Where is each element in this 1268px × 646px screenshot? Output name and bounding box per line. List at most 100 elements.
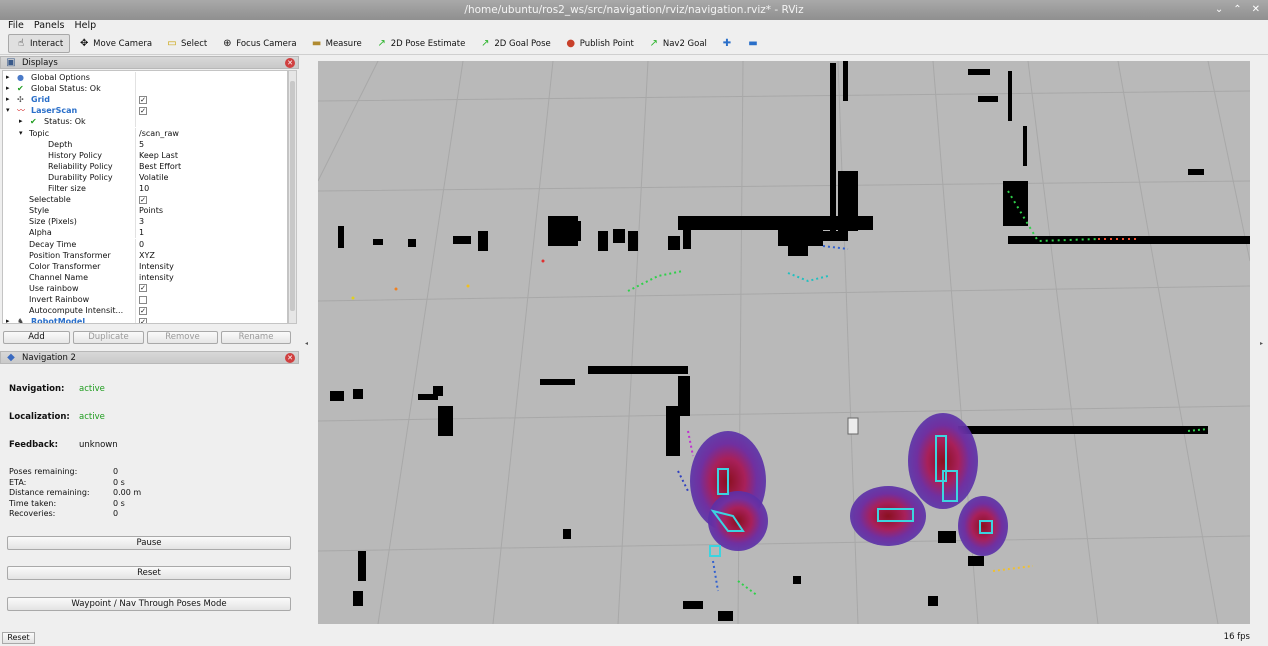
displays-tree-row[interactable]: ▸ ✣ Grid ✓ — [3, 94, 287, 106]
add-tool-button[interactable]: ✚ — [715, 34, 739, 53]
collapse-right-icon[interactable]: ▸ — [1260, 340, 1263, 347]
tree-row-value-cell[interactable]: ✓ — [135, 94, 287, 106]
tree-row-value-cell[interactable]: ✓ — [135, 282, 287, 294]
tree-row-value-cell[interactable]: Points — [135, 205, 287, 217]
add-button[interactable]: Add — [3, 331, 70, 344]
goal-pose-tool-button[interactable]: ↗ 2D Goal Pose — [473, 34, 556, 53]
measure-tool-button[interactable]: ▬ Measure — [305, 34, 368, 53]
visibility-checkbox[interactable]: ✓ — [139, 317, 147, 323]
eta-label: ETA: — [9, 478, 27, 487]
displays-scrollbar[interactable] — [288, 70, 297, 324]
displays-tree-row[interactable]: Durability Policy Volatile — [3, 171, 287, 183]
minimize-icon[interactable]: ⌄ — [1215, 0, 1223, 20]
displays-tree-row[interactable]: Channel Name intensity — [3, 271, 287, 283]
displays-tree-row[interactable]: ▾ Topic/scan_raw — [3, 127, 287, 139]
expand-arrow-icon[interactable]: ▸ — [6, 72, 10, 83]
tree-row-value-cell[interactable] — [135, 83, 287, 95]
reset-button[interactable]: Reset — [7, 566, 291, 580]
collapse-arrow-icon[interactable]: ▾ — [6, 105, 10, 116]
publish-point-tool-button[interactable]: ● Publish Point — [559, 34, 640, 53]
pause-button[interactable]: Pause — [7, 536, 291, 550]
select-tool-button[interactable]: ▭ Select — [160, 34, 213, 53]
displays-tree[interactable]: ▸ ● Global Options ▸ ✔ Global Status: Ok ▸ ✣ Gri… — [2, 70, 288, 324]
displays-tree-row[interactable]: Position Transformer XYZ — [3, 249, 287, 261]
tree-row-label: Color Transformer — [29, 261, 101, 271]
remove-tool-button[interactable]: ▬ — [741, 34, 765, 53]
focus-camera-tool-button[interactable]: ⊕ Focus Camera — [215, 34, 302, 53]
move-camera-tool-button[interactable]: ✥ Move Camera — [72, 34, 158, 53]
tree-row-value-cell[interactable]: ✓ — [135, 305, 287, 317]
duplicate-button[interactable]: Duplicate — [73, 331, 144, 344]
displays-tree-row[interactable]: ▸ ● Global Options — [3, 72, 287, 83]
tree-row-value-cell[interactable]: 0 — [135, 238, 287, 250]
expand-arrow-icon[interactable]: ▸ — [6, 83, 10, 94]
tree-row-value-cell[interactable]: Intensity — [135, 260, 287, 272]
map-view[interactable] — [318, 61, 1250, 624]
displays-tree-row[interactable]: Autocompute Intensit... ✓ — [3, 305, 287, 317]
displays-tree-row[interactable]: Style Points — [3, 205, 287, 217]
expand-arrow-icon[interactable]: ▸ — [6, 316, 10, 323]
tree-row-value-cell[interactable]: Best Effort — [135, 160, 287, 172]
tree-row-value-cell[interactable]: 1 — [135, 227, 287, 239]
displays-tree-row[interactable]: ▸ ♞ RobotModel ✓ — [3, 316, 287, 323]
displays-tree-row[interactable]: ▸ ✔ Status: Ok — [3, 116, 287, 128]
displays-tree-row[interactable]: Color Transformer Intensity — [3, 260, 287, 272]
visibility-checkbox[interactable] — [139, 295, 147, 304]
tree-row-value-cell[interactable]: /scan_raw — [135, 127, 287, 139]
tree-row-value-cell[interactable]: XYZ — [135, 249, 287, 261]
displays-tree-row[interactable]: Filter size 10 — [3, 183, 287, 194]
tree-row-value-cell[interactable]: Keep Last — [135, 149, 287, 161]
tree-row-value-cell[interactable] — [135, 72, 287, 83]
displays-tree-row[interactable]: Invert Rainbow — [3, 294, 287, 305]
collapse-left-icon[interactable]: ◂ — [305, 340, 308, 347]
expand-arrow-icon[interactable]: ▸ — [19, 116, 23, 127]
displays-tree-row[interactable]: Selectable ✓ — [3, 194, 287, 206]
nav2-goal-tool-button[interactable]: ↗ Nav2 Goal — [642, 34, 713, 53]
visibility-checkbox[interactable]: ✓ — [139, 284, 147, 293]
visibility-checkbox[interactable]: ✓ — [139, 106, 147, 115]
tree-row-value-cell[interactable]: 5 — [135, 138, 287, 150]
visibility-checkbox[interactable]: ✓ — [139, 195, 147, 204]
close-icon[interactable]: ✕ — [1252, 0, 1260, 20]
collapse-arrow-icon[interactable]: ▾ — [19, 128, 23, 139]
tree-row-value: Points — [139, 206, 164, 216]
displays-tree-row[interactable]: Decay Time 0 — [3, 238, 287, 250]
displays-tree-row[interactable]: Depth 5 — [3, 138, 287, 150]
displays-tree-row[interactable]: Use rainbow ✓ — [3, 282, 287, 294]
displays-tree-row[interactable]: Reliability Policy Best Effort — [3, 160, 287, 172]
displays-tree-row[interactable]: Alpha 1 — [3, 227, 287, 239]
close-icon[interactable]: ✕ — [285, 58, 295, 68]
visibility-checkbox[interactable]: ✓ — [139, 95, 147, 104]
displays-tree-row[interactable]: History Policy Keep Last — [3, 149, 287, 161]
navigation-value: active — [79, 384, 105, 394]
pose-estimate-tool-button[interactable]: ↗ 2D Pose Estimate — [370, 34, 472, 53]
waypoint-mode-button[interactable]: Waypoint / Nav Through Poses Mode — [7, 597, 291, 611]
tree-row-value-cell[interactable] — [135, 116, 287, 128]
render-viewport[interactable] — [318, 61, 1250, 624]
rename-button[interactable]: Rename — [221, 331, 291, 344]
visibility-checkbox[interactable]: ✓ — [139, 306, 147, 315]
maximize-icon[interactable]: ⌃ — [1233, 0, 1241, 20]
window-controls: ⌄ ⌃ ✕ — [1215, 0, 1260, 20]
menu-file[interactable]: File — [8, 20, 24, 33]
displays-tree-row[interactable]: ▸ ✔ Global Status: Ok — [3, 83, 287, 95]
tree-row-value-cell[interactable]: 10 — [135, 183, 287, 194]
tree-row-value-cell[interactable]: ✓ — [135, 194, 287, 206]
tree-row-value-cell[interactable]: ✓ — [135, 105, 287, 117]
tree-row-value-cell[interactable]: Volatile — [135, 171, 287, 183]
scrollbar-thumb[interactable] — [290, 81, 295, 311]
expand-arrow-icon[interactable]: ▸ — [6, 94, 10, 105]
remove-button[interactable]: Remove — [147, 331, 218, 344]
tree-row-value-cell[interactable]: ✓ — [135, 316, 287, 323]
displays-tree-row[interactable]: ▾ 〰 LaserScan ✓ — [3, 105, 287, 117]
tree-row-value-cell[interactable]: 3 — [135, 216, 287, 228]
menu-help[interactable]: Help — [74, 20, 96, 33]
interact-tool-button[interactable]: ☝ Interact — [8, 34, 71, 53]
tree-row-value-cell[interactable] — [135, 294, 287, 305]
displays-tree-row[interactable]: Size (Pixels) 3 — [3, 216, 287, 228]
select-icon: ▭ — [167, 37, 177, 49]
reset-view-button[interactable]: Reset — [2, 632, 35, 644]
close-icon[interactable]: ✕ — [285, 353, 295, 363]
menu-panels[interactable]: Panels — [34, 20, 65, 33]
tree-row-value-cell[interactable]: intensity — [135, 271, 287, 283]
